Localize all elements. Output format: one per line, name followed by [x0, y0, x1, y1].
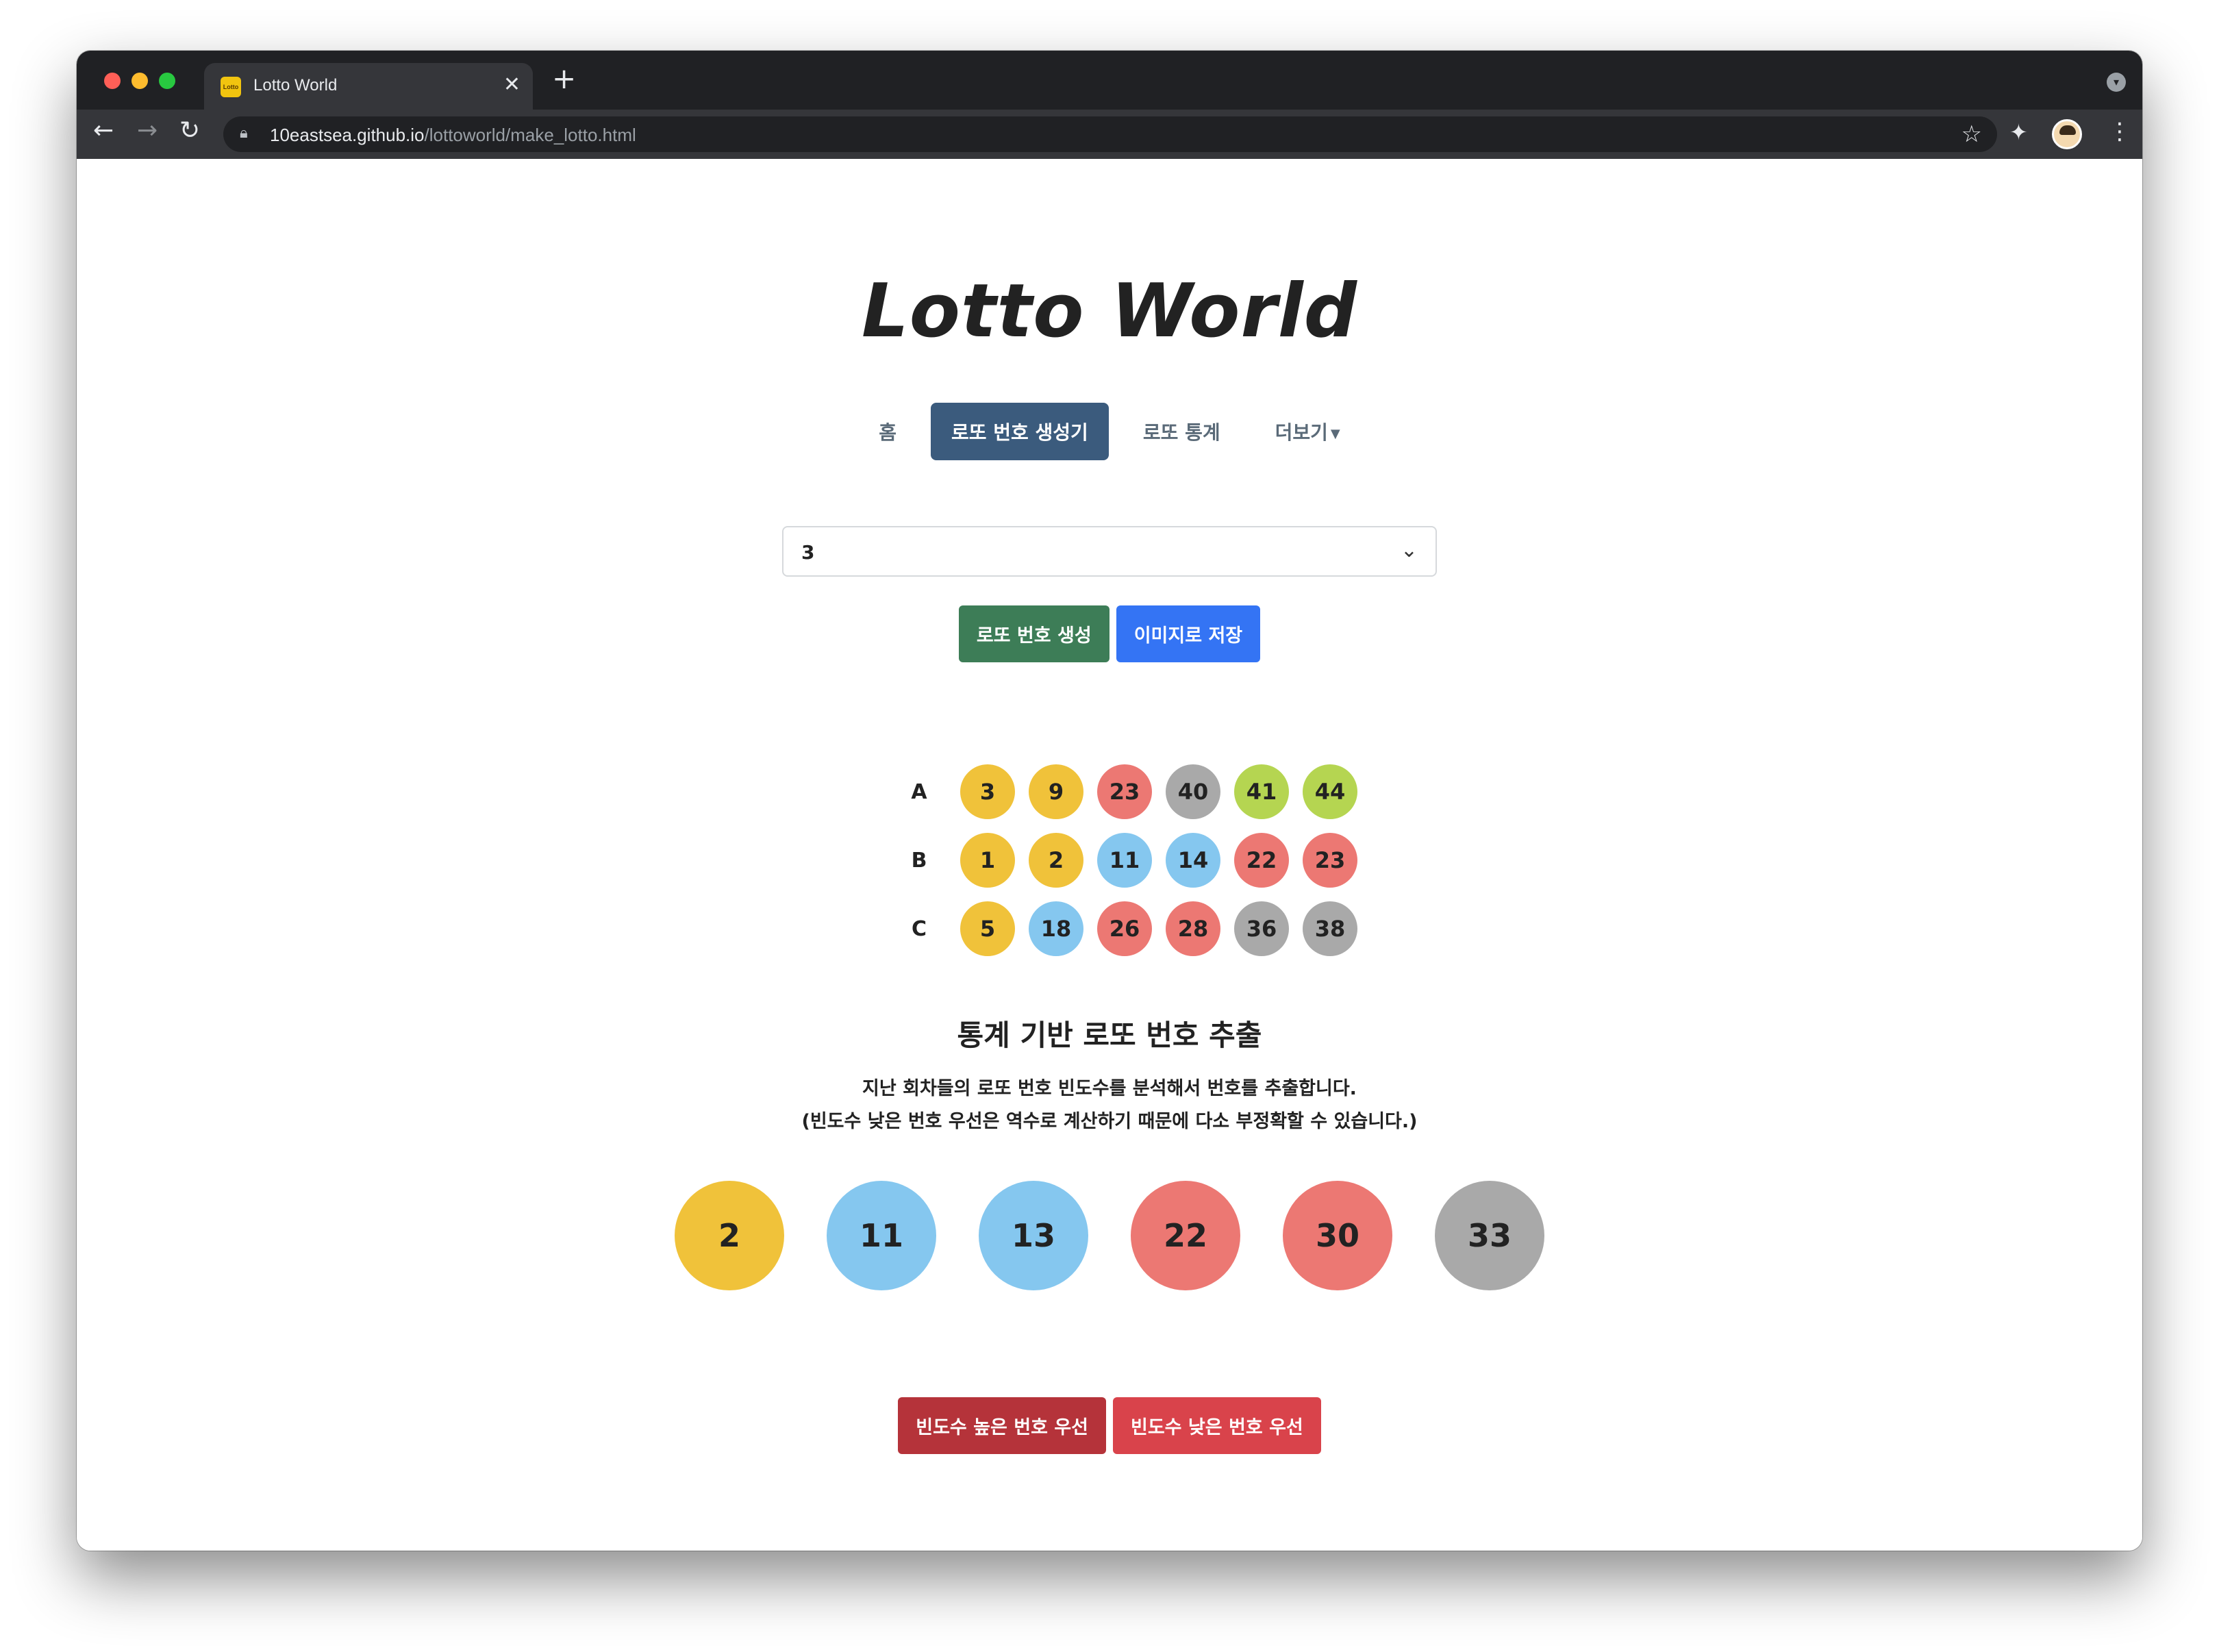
stats-description: 지난 회차들의 로또 번호 빈도수를 분석해서 번호를 추출합니다. (빈도수 …	[77, 1073, 2142, 1138]
site-logo[interactable]: Lotto World	[77, 268, 2142, 354]
minimize-window-button[interactable]	[131, 73, 148, 89]
lotto-ball: 23	[1097, 764, 1152, 819]
reload-icon[interactable]: ↻	[179, 116, 200, 145]
address-bar[interactable]: 🔒︎ 10eastsea.github.io/lottoworld/make_l…	[223, 116, 1997, 152]
lotto-ball: 23	[1303, 833, 1357, 888]
game-count-value: 3	[801, 541, 815, 564]
stats-section-title: 통계 기반 로또 번호 추출	[957, 1018, 1262, 1052]
game-row-b: B 1 2 11 14 22 23	[885, 826, 1364, 894]
url-path: /lottoworld/make_lotto.html	[424, 125, 636, 145]
tab-search-icon[interactable]: ▾	[2107, 73, 2126, 92]
low-frequency-button[interactable]: 빈도수 낮은 번호 우선	[1113, 1397, 1321, 1454]
stats-numbers: 2 11 13 22 30 33	[77, 1181, 2142, 1290]
generated-games: A 3 9 23 40 41 44 B 1 2 11 14 22 23 C 5 …	[885, 758, 1364, 963]
close-tab-icon[interactable]: ✕	[503, 73, 521, 97]
browser-menu-icon[interactable]: ⋮	[2108, 118, 2131, 145]
nav-lotto-stats[interactable]: 로또 통계	[1123, 403, 1241, 460]
stats-lotto-ball: 13	[979, 1181, 1088, 1290]
lotto-ball: 44	[1303, 764, 1357, 819]
lotto-ball: 40	[1166, 764, 1220, 819]
zoom-window-button[interactable]	[159, 73, 175, 89]
nav-more-dropdown[interactable]: 더보기 ▼	[1255, 403, 1361, 460]
lotto-ball: 11	[1097, 833, 1152, 888]
lotto-ball: 38	[1303, 901, 1357, 956]
browser-tab[interactable]: Lotto Lotto World ✕	[204, 63, 533, 110]
caret-down-icon: ▼	[1330, 426, 1340, 441]
bookmark-star-icon[interactable]: ☆	[1961, 121, 1982, 148]
lotto-ball: 9	[1029, 764, 1083, 819]
new-tab-icon[interactable]: +	[552, 62, 576, 95]
lotto-ball: 36	[1234, 901, 1289, 956]
generate-numbers-button[interactable]: 로또 번호 생성	[958, 605, 1110, 662]
stats-lotto-ball: 30	[1283, 1181, 1392, 1290]
lotto-ball: 5	[960, 901, 1015, 956]
game-row-a: A 3 9 23 40 41 44	[885, 758, 1364, 826]
stats-lotto-ball: 33	[1435, 1181, 1544, 1290]
back-arrow-icon[interactable]: ←	[93, 116, 114, 145]
game-row-c: C 5 18 26 28 36 38	[885, 894, 1364, 963]
stats-lotto-ball: 11	[827, 1181, 936, 1290]
row-label: C	[911, 916, 927, 941]
browser-toolbar: ← → ↻ 🔒︎ 10eastsea.github.io/lottoworld/…	[77, 110, 2142, 159]
tab-bar: Lotto Lotto World ✕ + ▾	[77, 51, 2142, 110]
stats-lotto-ball: 2	[675, 1181, 784, 1290]
nav-lotto-generator[interactable]: 로또 번호 생성기	[931, 403, 1109, 460]
save-image-button[interactable]: 이미지로 저장	[1116, 605, 1261, 662]
lotto-ball: 26	[1097, 901, 1152, 956]
lock-icon: 🔒︎	[240, 125, 248, 142]
stats-description-line: (빈도수 낮은 번호 우선은 역수로 계산하기 때문에 다소 부정확할 수 있습…	[801, 1111, 1418, 1132]
favicon-icon: Lotto	[221, 77, 241, 97]
url-text: 10eastsea.github.io/lottoworld/make_lott…	[270, 125, 636, 146]
game-count-select[interactable]: 3 ⌄	[782, 526, 1437, 577]
browser-window: Lotto Lotto World ✕ + ▾ ← → ↻ 🔒︎ 10easts…	[77, 51, 2142, 1551]
lotto-ball: 3	[960, 764, 1015, 819]
lotto-ball: 22	[1234, 833, 1289, 888]
chevron-down-icon: ⌄	[1400, 538, 1418, 562]
lotto-ball: 1	[960, 833, 1015, 888]
lotto-ball: 28	[1166, 901, 1220, 956]
nav-home[interactable]: 홈	[858, 403, 917, 460]
lotto-ball: 14	[1166, 833, 1220, 888]
stats-lotto-ball: 22	[1131, 1181, 1240, 1290]
lotto-ball: 41	[1234, 764, 1289, 819]
lotto-ball: 18	[1029, 901, 1083, 956]
site-nav: 홈 로또 번호 생성기 로또 통계 더보기 ▼	[77, 403, 2142, 460]
stats-description-line: 지난 회차들의 로또 번호 빈도수를 분석해서 번호를 추출합니다.	[862, 1078, 1357, 1099]
row-label: B	[911, 848, 927, 873]
lotto-ball: 2	[1029, 833, 1083, 888]
nav-more-label: 더보기	[1275, 421, 1328, 444]
generator-actions: 로또 번호 생성 이미지로 저장	[77, 605, 2142, 662]
high-frequency-button[interactable]: 빈도수 높은 번호 우선	[898, 1397, 1106, 1454]
url-host: 10eastsea.github.io	[270, 125, 425, 145]
profile-avatar[interactable]	[2052, 119, 2082, 149]
page-content: Lotto World 홈 로또 번호 생성기 로또 통계 더보기 ▼ 3 ⌄ 로…	[77, 159, 2142, 1551]
row-label: A	[911, 779, 927, 804]
forward-arrow-icon[interactable]: →	[137, 116, 158, 145]
stats-actions: 빈도수 높은 번호 우선 빈도수 낮은 번호 우선	[77, 1397, 2142, 1454]
tab-title: Lotto World	[253, 76, 338, 95]
close-window-button[interactable]	[104, 73, 121, 89]
extensions-puzzle-icon[interactable]: ✦	[2009, 119, 2028, 145]
